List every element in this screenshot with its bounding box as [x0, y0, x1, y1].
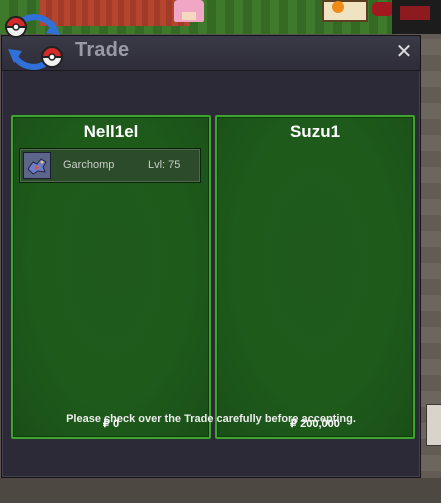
trade-owner-name: Nell1el — [83, 122, 139, 141]
trade-notice: Please check over the Trade carefully be… — [66, 413, 356, 425]
trade-panel-right: Suzu1 ₽ 200,000 — [215, 115, 415, 439]
dark-tree — [392, 0, 441, 34]
trade-panel-left: Nell1el Garchomp Lvl: 75 ₽ 0 — [11, 115, 211, 439]
trade-item-slot[interactable]: Garchomp Lvl: 75 — [19, 148, 201, 183]
poke-orb-icon — [332, 1, 344, 13]
poke-sign — [322, 0, 368, 22]
trade-owner-name: Suzu1 — [289, 122, 341, 141]
pokeball-trade-logo-icon — [4, 14, 64, 70]
item-name: Garchomp — [63, 159, 115, 171]
garchomp-sprite-icon — [23, 152, 51, 179]
stone-ledge — [426, 404, 441, 446]
trade-window: Trade ✕ Nell1el Garchomp Lvl: 75 ₽ 0 Suz… — [1, 35, 421, 478]
window-title: Trade — [75, 39, 130, 61]
ground-strip — [0, 478, 441, 503]
berry-tree-icon — [372, 2, 394, 16]
close-icon[interactable]: ✕ — [392, 39, 416, 63]
item-level: Lvl: 75 — [148, 159, 181, 171]
npc-character — [174, 0, 204, 22]
